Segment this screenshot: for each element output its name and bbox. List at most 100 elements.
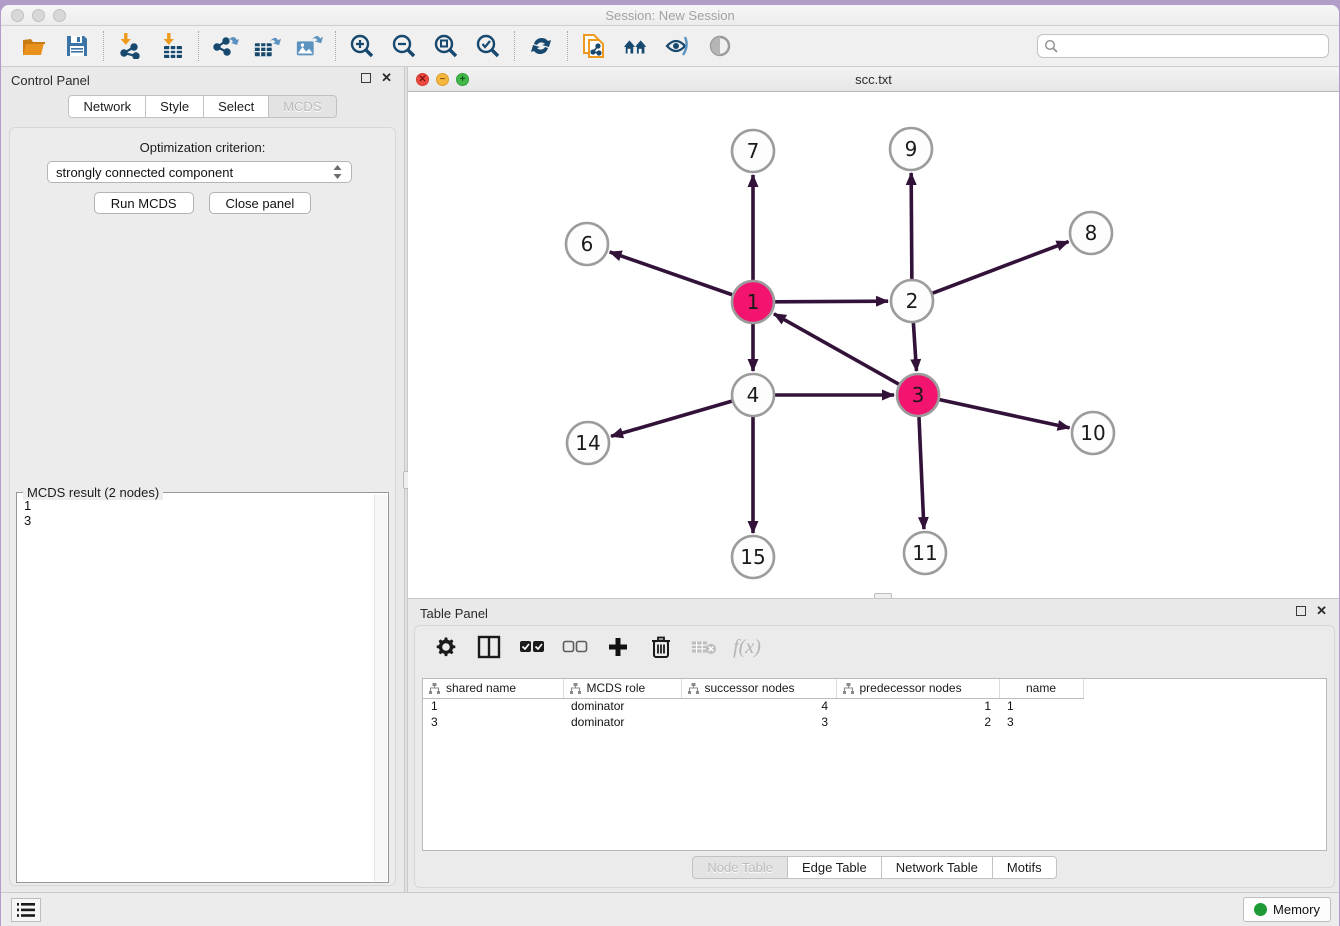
tree-icon xyxy=(688,683,699,694)
run-mcds-button[interactable]: Run MCDS xyxy=(94,192,194,214)
task-history-button[interactable] xyxy=(11,898,41,922)
graph-node-3[interactable]: 3 xyxy=(897,374,939,416)
float-panel-icon[interactable] xyxy=(361,73,371,83)
first-neighbors-icon[interactable] xyxy=(622,32,650,60)
column-header-predecessor-nodes[interactable]: predecessor nodes xyxy=(836,679,999,698)
table-panel-title: Table Panel xyxy=(420,606,488,621)
network-titlebar: ✕ − + scc.txt xyxy=(408,67,1339,92)
memory-label: Memory xyxy=(1273,902,1320,917)
column-header-shared-name[interactable]: shared name xyxy=(423,679,563,698)
tab-node-table[interactable]: Node Table xyxy=(692,856,788,879)
control-panel: Control Panel ✕ NetworkStyleSelectMCDS O… xyxy=(1,67,404,892)
deselect-all-icon[interactable] xyxy=(562,634,588,660)
svg-text:11: 11 xyxy=(912,541,937,565)
select-all-icon[interactable] xyxy=(519,634,545,660)
zoom-out-icon[interactable] xyxy=(390,32,418,60)
column-header-MCDS-role[interactable]: MCDS role xyxy=(563,679,681,698)
criterion-select[interactable]: strongly connected component xyxy=(47,161,352,183)
tab-mcds[interactable]: MCDS xyxy=(269,95,336,118)
svg-text:8: 8 xyxy=(1085,221,1098,245)
svg-text:3: 3 xyxy=(912,383,925,407)
memory-button[interactable]: Memory xyxy=(1243,897,1331,922)
add-column-icon[interactable] xyxy=(605,634,631,660)
column-header-name[interactable]: name xyxy=(999,679,1083,698)
edge-3-10[interactable] xyxy=(939,400,1069,428)
table-toolbar: f(x) xyxy=(415,626,1334,666)
export-image-icon[interactable] xyxy=(295,32,323,60)
tree-icon xyxy=(570,683,581,694)
hide-selected-icon[interactable] xyxy=(664,32,692,60)
zoom-selected-icon[interactable] xyxy=(474,32,502,60)
edge-3-1[interactable] xyxy=(774,314,899,384)
optimization-criterion-label: Optimization criterion: xyxy=(10,140,395,155)
svg-text:7: 7 xyxy=(747,139,760,163)
float-table-panel-icon[interactable] xyxy=(1296,606,1306,616)
network-window: ✕ − + scc.txt 7 9 6 8 1 2 4 3 14 10 15 11 xyxy=(408,67,1339,598)
tab-network-table[interactable]: Network Table xyxy=(882,856,993,879)
import-network-icon[interactable] xyxy=(116,32,144,60)
graph-node-15[interactable]: 15 xyxy=(732,536,774,578)
export-table-icon[interactable] xyxy=(253,32,281,60)
search-input[interactable] xyxy=(1062,39,1322,54)
graph-node-11[interactable]: 11 xyxy=(904,532,946,574)
table-row[interactable]: 1dominator411 xyxy=(423,698,1099,714)
zoom-fit-icon[interactable] xyxy=(432,32,460,60)
column-header-successor-nodes[interactable]: successor nodes xyxy=(681,679,836,698)
edge-1-2[interactable] xyxy=(775,301,888,302)
memory-status-icon xyxy=(1254,903,1267,916)
result-scrollbar[interactable] xyxy=(374,495,387,881)
tree-icon xyxy=(843,683,854,694)
tab-style[interactable]: Style xyxy=(146,95,204,118)
svg-text:2: 2 xyxy=(906,289,919,313)
table-panel: Table Panel ✕ xyxy=(408,598,1339,892)
svg-text:4: 4 xyxy=(747,383,760,407)
graph-node-7[interactable]: 7 xyxy=(732,130,774,172)
edge-2-3[interactable] xyxy=(913,323,916,371)
tab-motifs[interactable]: Motifs xyxy=(993,856,1057,879)
edge-1-6[interactable] xyxy=(610,252,733,295)
split-columns-icon[interactable] xyxy=(476,634,502,660)
chevron-up-down-icon xyxy=(332,164,343,180)
edge-4-14[interactable] xyxy=(611,401,732,436)
close-panel-icon[interactable]: ✕ xyxy=(381,73,392,83)
clone-network-icon[interactable] xyxy=(580,32,608,60)
function-builder-icon: f(x) xyxy=(734,634,760,660)
delete-column-icon[interactable] xyxy=(648,634,674,660)
zoom-in-icon[interactable] xyxy=(348,32,376,60)
network-canvas[interactable]: 7 9 6 8 1 2 4 3 14 10 15 11 xyxy=(408,92,1339,598)
svg-text:10: 10 xyxy=(1080,421,1105,445)
graph-node-1[interactable]: 1 xyxy=(732,281,774,323)
graph-node-2[interactable]: 2 xyxy=(891,280,933,322)
graph-node-8[interactable]: 8 xyxy=(1070,212,1112,254)
app-window: Session: New Session xyxy=(1,5,1339,926)
graph-node-9[interactable]: 9 xyxy=(890,128,932,170)
import-table-icon[interactable] xyxy=(158,32,186,60)
graph-node-4[interactable]: 4 xyxy=(732,374,774,416)
edge-2-9[interactable] xyxy=(911,173,912,279)
node-table[interactable]: shared nameMCDS rolesuccessor nodesprede… xyxy=(422,678,1327,851)
export-network-icon[interactable] xyxy=(211,32,239,60)
svg-text:6: 6 xyxy=(581,232,594,256)
graph-node-10[interactable]: 10 xyxy=(1072,412,1114,454)
graph-node-6[interactable]: 6 xyxy=(566,223,608,265)
tab-edge-table[interactable]: Edge Table xyxy=(788,856,882,879)
show-graphics-details-icon[interactable] xyxy=(706,32,734,60)
open-session-icon[interactable] xyxy=(21,32,49,60)
close-panel-button[interactable]: Close panel xyxy=(209,192,312,214)
tab-select[interactable]: Select xyxy=(204,95,269,118)
table-tabs: Node TableEdge TableNetwork TableMotifs xyxy=(415,856,1334,879)
edge-2-8[interactable] xyxy=(933,242,1069,294)
delete-table-icon xyxy=(691,634,717,660)
graph-node-14[interactable]: 14 xyxy=(567,422,609,464)
tab-network[interactable]: Network xyxy=(68,95,146,118)
gear-icon[interactable] xyxy=(433,634,459,660)
save-session-icon[interactable] xyxy=(63,32,91,60)
mcds-result-box: MCDS result (2 nodes) 1 3 xyxy=(16,492,389,883)
close-table-panel-icon[interactable]: ✕ xyxy=(1316,606,1327,616)
network-graph[interactable]: 7 9 6 8 1 2 4 3 14 10 15 11 xyxy=(408,92,1339,598)
mcds-panel: Optimization criterion: strongly connect… xyxy=(9,127,396,886)
edge-3-11[interactable] xyxy=(919,417,924,529)
refresh-view-icon[interactable] xyxy=(527,32,555,60)
table-row[interactable]: 3dominator323 xyxy=(423,714,1099,730)
main-toolbar xyxy=(1,26,1339,67)
